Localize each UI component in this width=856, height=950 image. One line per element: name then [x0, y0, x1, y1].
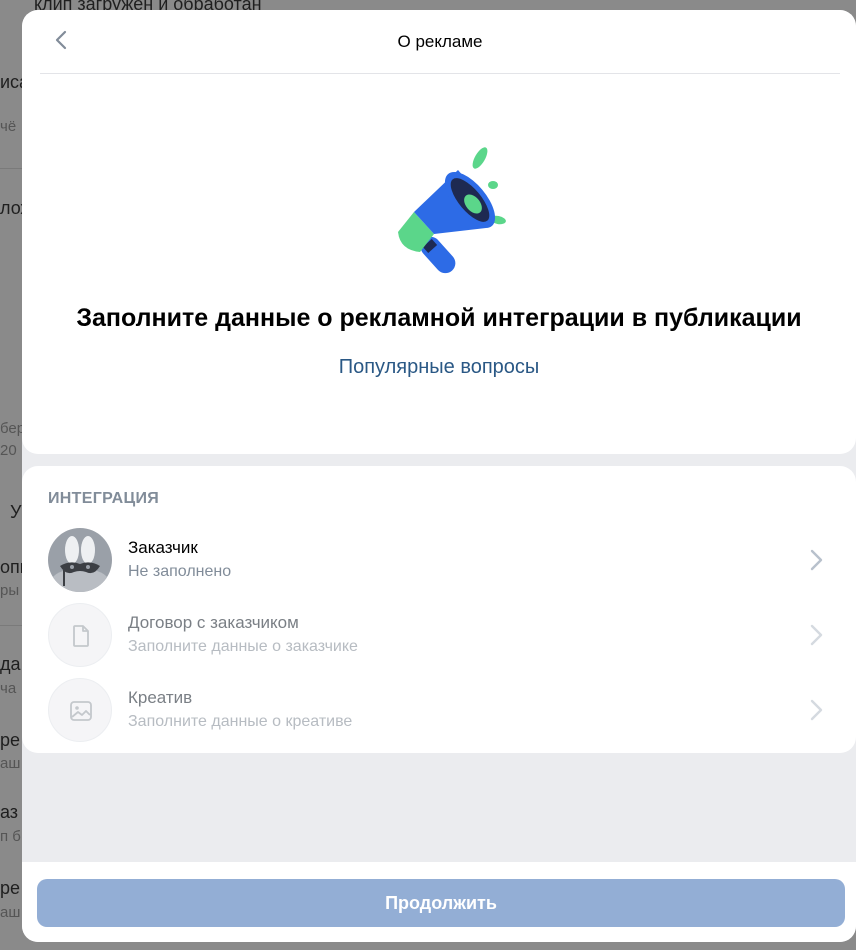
background-text: аш [0, 755, 21, 772]
background-divider [0, 625, 24, 626]
background-text: ре [0, 730, 21, 750]
list-item-customer[interactable]: Заказчик Не заполнено [22, 524, 856, 596]
list-item-creative[interactable]: Креатив Заполните данные о креативе [22, 674, 856, 746]
placeholder-avatar [48, 603, 112, 667]
continue-button[interactable]: Продолжить [37, 879, 845, 927]
chevron-right-icon [810, 549, 823, 571]
background-text: чё [0, 118, 17, 135]
list-item-subtitle: Заполните данные о креативе [128, 713, 353, 730]
placeholder-avatar [48, 678, 112, 742]
background-text: У [10, 502, 22, 522]
list-item-subtitle: Не заполнено [128, 563, 232, 580]
document-icon [73, 625, 89, 647]
chevron-right-icon [810, 699, 823, 721]
list-item-subtitle: Заполните данные о заказчике [128, 638, 358, 655]
ad-info-modal: О рекламе Заполните данные о рекламной и… [22, 10, 856, 942]
background-text: аш [0, 904, 21, 921]
background-text: п б [0, 828, 21, 845]
background-text: ре [0, 878, 21, 898]
background-text: ры [0, 582, 20, 599]
background-text: ча [0, 680, 17, 697]
avatar [48, 528, 112, 592]
hero-card: О рекламе Заполните данные о рекламной и… [22, 10, 856, 454]
modal-title: О рекламе [397, 32, 483, 51]
modal-header: О рекламе [40, 10, 840, 74]
modal-footer: Продолжить [22, 862, 856, 942]
background-text: аз [0, 802, 19, 822]
avatar-image [48, 528, 112, 592]
integration-section: ИНТЕГРАЦИЯ Заказчик Не заполнено Договор… [22, 466, 856, 753]
list-item-contract[interactable]: Договор с заказчиком Заполните данные о … [22, 599, 856, 671]
megaphone-icon [398, 147, 506, 274]
faq-link[interactable]: Популярные вопросы [22, 356, 856, 379]
background-text: 20 [0, 442, 17, 459]
list-item-title: Договор с заказчиком [128, 613, 299, 632]
background-text: да [0, 654, 21, 674]
list-item-title: Заказчик [128, 538, 198, 557]
list-item-title: Креатив [128, 688, 193, 707]
picture-icon [70, 701, 92, 721]
hero-title: Заполните данные о рекламной интеграции … [76, 304, 802, 332]
chevron-right-icon [810, 624, 823, 646]
background-divider [0, 168, 24, 169]
section-title: ИНТЕГРАЦИЯ [48, 490, 160, 507]
